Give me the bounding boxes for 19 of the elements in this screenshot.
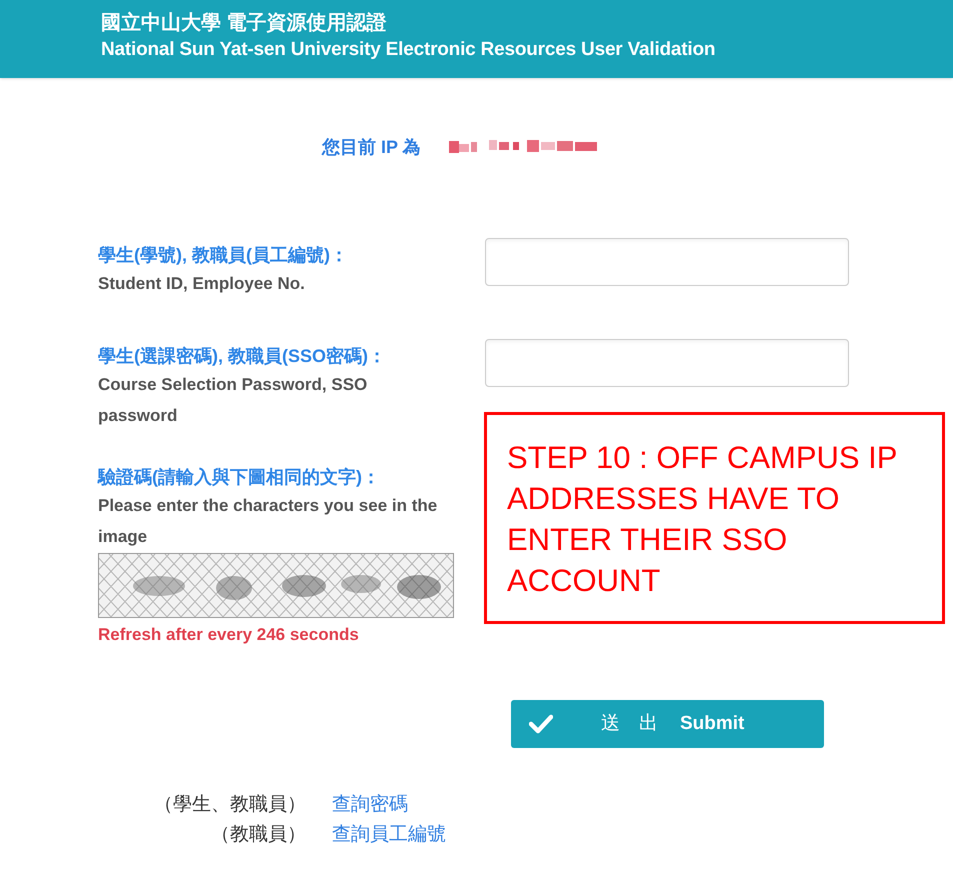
header-subtitle: National Sun Yat-sen University Electronic Resources User Validation	[101, 38, 716, 62]
annotation-text: STEP 10 : OFF CAMPUS IP ADDRESSES HAVE TO ENTER THEIR SSO ACCOUNT	[507, 439, 898, 600]
role-note: （教職員）	[211, 823, 306, 847]
captcha-label: Please enter the characters you see in the image	[98, 495, 438, 548]
header-title: 國立中山大學 電子資源使用認證	[101, 10, 387, 36]
field-label: 學生(選課密碼), 教職員(SSO密碼)：	[98, 345, 386, 368]
checkmark-icon	[529, 714, 553, 734]
captcha-label: 驗證碼(請輸入與下圖相同的文字)：	[98, 466, 380, 489]
role-note: （學生、教職員）	[154, 793, 306, 817]
refresh-note: Refresh after every 246 seconds	[98, 624, 359, 646]
text-field[interactable]	[485, 238, 849, 286]
ip-label: 您目前 IP 為	[322, 136, 421, 158]
field-label: Course Selection Password, SSO password	[98, 374, 368, 427]
text-field[interactable]	[485, 339, 849, 387]
field-label: 學生(學號), 教職員(員工編號)：	[98, 244, 348, 267]
submit-button[interactable]: 送 出 Submit	[511, 700, 824, 748]
field-label: Student ID, Employee No.	[98, 273, 306, 295]
query-link[interactable]: 查詢員工編號	[332, 822, 446, 848]
query-link[interactable]: 查詢密碼	[332, 792, 408, 818]
